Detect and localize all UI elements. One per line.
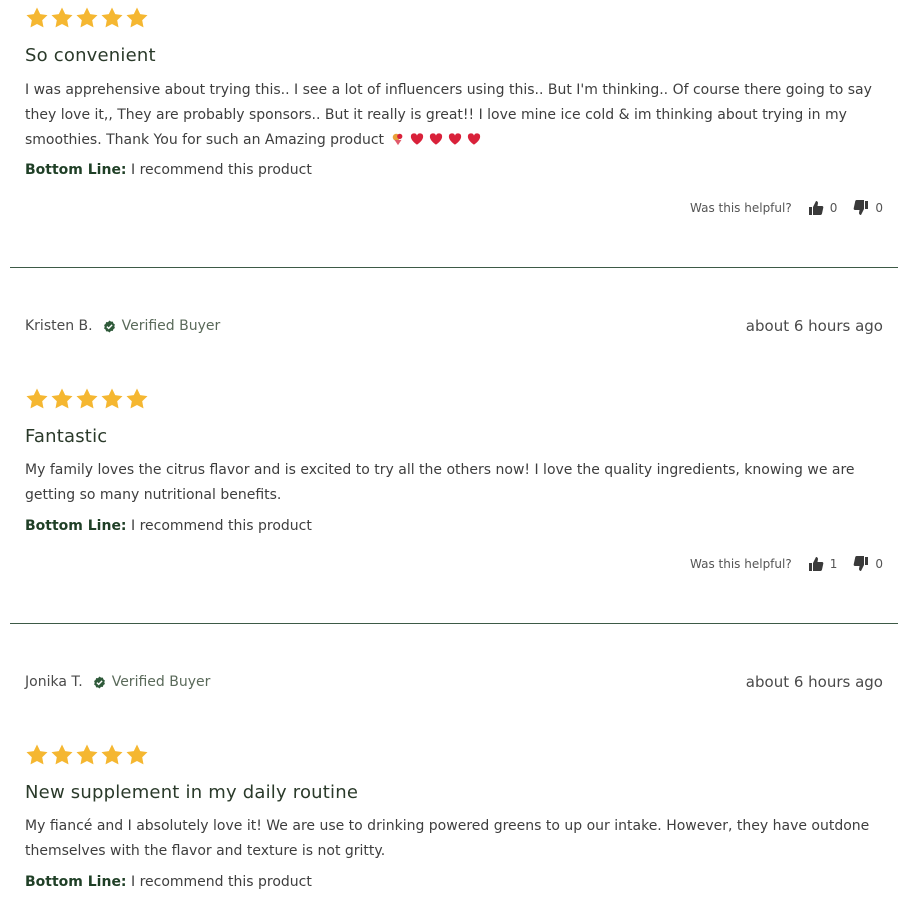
heart-emoji-icon [410, 130, 424, 145]
star-icon [51, 388, 73, 409]
review-meta: Kristen B. Verified Buyer about 6 hours … [25, 315, 883, 337]
bottom-line-label: Bottom Line: [25, 874, 127, 890]
star-icon [101, 744, 123, 765]
review-body: My fiancé and I absolutely love it! We a… [25, 818, 870, 859]
star-icon [126, 7, 148, 28]
review-divider [10, 267, 898, 268]
star-icon [76, 388, 98, 409]
review-divider [10, 623, 898, 624]
bottom-line-text: I recommend this product [131, 518, 312, 534]
vote-down-button[interactable]: 0 [853, 556, 883, 572]
author-name: Jonika T. [25, 674, 83, 690]
helpful-votes: Was this helpful? 0 0 [690, 200, 883, 216]
heart-bouquet-emoji-icon [391, 130, 405, 146]
bottom-line-label: Bottom Line: [25, 162, 127, 178]
author-info: Jonika T. Verified Buyer [25, 674, 210, 690]
helpful-votes: Was this helpful? 1 0 [690, 556, 883, 572]
star-icon [26, 7, 48, 28]
thumbs-up-icon [808, 557, 824, 571]
star-icon [26, 388, 48, 409]
vote-down-count: 0 [875, 201, 883, 215]
vote-up-count: 0 [829, 201, 838, 215]
review-body: I was apprehensive about trying this.. I… [25, 78, 885, 153]
star-icon [76, 7, 98, 28]
bottom-line-text: I recommend this product [131, 162, 312, 178]
review-date: about 6 hours ago [745, 673, 883, 691]
thumbs-down-icon [854, 200, 869, 215]
bottom-line-text: I recommend this product [131, 874, 312, 890]
bottom-line: Bottom Line: I recommend this product [25, 518, 312, 534]
heart-emoji-icon [448, 130, 462, 145]
verified-check-icon [93, 675, 105, 689]
review-title: New supplement in my daily routine [25, 782, 359, 803]
author-name: Kristen B. [25, 318, 93, 334]
bottom-line-label: Bottom Line: [25, 518, 127, 534]
vote-up-count: 1 [829, 557, 838, 571]
vote-down-button[interactable]: 0 [853, 200, 883, 216]
star-rating [25, 387, 149, 411]
emoji-group [391, 130, 481, 146]
review-date: about 6 hours ago [745, 317, 883, 335]
helpful-label: Was this helpful? [690, 557, 792, 571]
bottom-line: Bottom Line: I recommend this product [25, 162, 312, 178]
star-icon [51, 7, 73, 28]
star-rating [25, 6, 149, 30]
star-rating [25, 743, 149, 767]
verified-badge: Verified Buyer [93, 674, 211, 690]
review-title: Fantastic [25, 426, 108, 447]
star-icon [76, 744, 98, 765]
star-icon [101, 388, 123, 409]
vote-up-button[interactable]: 0 [808, 200, 838, 216]
verified-label: Verified Buyer [121, 318, 221, 334]
review-meta: Jonika T. Verified Buyer about 6 hours a… [25, 671, 883, 693]
heart-emoji-icon [429, 130, 443, 145]
star-icon [126, 744, 148, 765]
verified-label: Verified Buyer [111, 674, 211, 690]
review-body: My family loves the citrus flavor and is… [25, 462, 855, 503]
vote-up-button[interactable]: 1 [808, 556, 838, 572]
star-icon [126, 388, 148, 409]
bottom-line: Bottom Line: I recommend this product [25, 874, 312, 890]
verified-badge: Verified Buyer [103, 318, 221, 334]
author-info: Kristen B. Verified Buyer [25, 318, 220, 334]
review-title: So convenient [25, 45, 156, 66]
star-icon [51, 744, 73, 765]
star-icon [101, 7, 123, 28]
thumbs-up-icon [808, 201, 824, 215]
vote-down-count: 0 [875, 557, 883, 571]
thumbs-down-icon [854, 556, 869, 571]
star-icon [26, 744, 48, 765]
verified-check-icon [103, 319, 115, 333]
heart-emoji-icon [467, 130, 481, 145]
helpful-label: Was this helpful? [690, 201, 792, 215]
